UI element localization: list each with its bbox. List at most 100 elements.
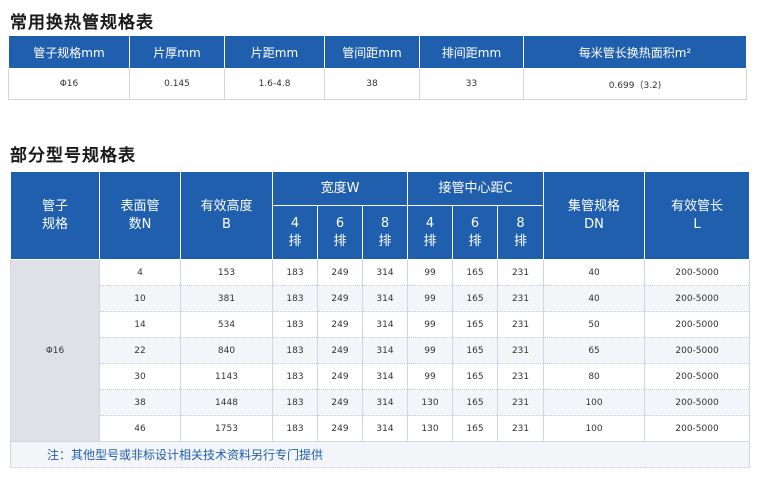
table-cell: 231 — [497, 259, 545, 286]
table-cell: 1753 — [180, 415, 273, 442]
table-cell: 314 — [361, 311, 409, 338]
table-cell: 165 — [452, 259, 499, 286]
table-cell: 231 — [497, 285, 545, 312]
table-cell: 200-5000 — [644, 259, 751, 286]
table-cell: 200-5000 — [644, 363, 751, 390]
col-fin-thickness: 片厚mm — [129, 35, 225, 69]
table-cell: 100 — [543, 389, 646, 416]
table-cell: 314 — [361, 389, 409, 416]
table-cell: 183 — [272, 259, 318, 286]
table-cell: 249 — [317, 337, 363, 364]
table-cell: 381 — [180, 285, 273, 312]
col-width-group: 宽度W — [271, 171, 409, 206]
table-cell: Φ16 — [8, 68, 130, 100]
table-cell: 165 — [452, 285, 499, 312]
table-cell: 38 — [99, 389, 181, 416]
table-cell: 183 — [272, 337, 318, 364]
footnote: 注：其他型号或非标设计相关技术资料另行专门提供 — [9, 441, 751, 468]
col-surface-tubes: 表面管 数N — [99, 171, 181, 260]
table-cell: 99 — [407, 285, 454, 312]
table-cell: 130 — [407, 389, 454, 416]
table-cell: 314 — [361, 363, 409, 390]
table-row: 30 1143 183 249 314 99 165 231 80 200-5000 — [11, 363, 751, 390]
table-cell: 314 — [361, 415, 409, 442]
model-cell: Φ16 — [10, 259, 100, 442]
table-cell: 231 — [497, 337, 545, 364]
table-cell: 231 — [497, 389, 545, 416]
col-fin-pitch: 片距mm — [224, 35, 325, 69]
table-cell: 99 — [407, 363, 454, 390]
table-cell: 183 — [272, 389, 318, 416]
table-cell: 165 — [452, 389, 499, 416]
table-cell: 183 — [272, 311, 318, 338]
table-cell: 231 — [497, 415, 545, 442]
table-row: 10 381 183 249 314 99 165 231 40 200-5000 — [11, 285, 751, 312]
col-effective-height: 有效高度 B — [180, 171, 273, 260]
table-cell: 183 — [272, 363, 318, 390]
table-cell: 46 — [99, 415, 181, 442]
table-cell: 130 — [407, 415, 454, 442]
table-cell: 153 — [180, 259, 273, 286]
col-width-6-rows: 6 排 — [317, 205, 363, 260]
col-width-8-rows: 8 排 — [361, 205, 409, 260]
table-cell: 10 — [99, 285, 181, 312]
col-tube-pitch: 管间距mm — [324, 35, 420, 69]
table-cell: 40 — [543, 259, 646, 286]
table-cell: 249 — [317, 259, 363, 286]
table-cell: 99 — [407, 311, 454, 338]
section2-title: 部分型号规格表 — [10, 146, 136, 166]
table-cell: 231 — [497, 311, 545, 338]
table-cell: 249 — [317, 389, 363, 416]
table-row: 22 840 183 249 314 99 165 231 65 200-5000 — [11, 337, 751, 364]
col-conn-8-rows: 8 排 — [497, 205, 545, 260]
table-cell: 249 — [317, 311, 363, 338]
table-cell: 840 — [180, 337, 273, 364]
table-cell: 200-5000 — [644, 389, 751, 416]
table-cell: 165 — [452, 337, 499, 364]
table-cell: 100 — [543, 415, 646, 442]
col-header-spec: 集管规格 DN — [543, 171, 646, 260]
table-cell: 249 — [317, 285, 363, 312]
table-cell: 0.145 — [129, 68, 225, 100]
table-cell: 14 — [99, 311, 181, 338]
table-cell: 183 — [272, 285, 318, 312]
table-cell: 1.6-4.8 — [224, 68, 325, 100]
table-cell: 38 — [324, 68, 420, 100]
table-cell: 1143 — [180, 363, 273, 390]
col-row-pitch: 排间距mm — [419, 35, 524, 69]
table-cell: 99 — [407, 337, 454, 364]
table-cell: 183 — [272, 415, 318, 442]
col-conn-4-rows: 4 排 — [407, 205, 454, 260]
section1-title: 常用换热管规格表 — [10, 13, 154, 33]
table-cell: 30 — [99, 363, 181, 390]
col-conn-6-rows: 6 排 — [452, 205, 499, 260]
table-cell: 314 — [361, 285, 409, 312]
table-cell: 200-5000 — [644, 337, 751, 364]
table-row: 46 1753 183 249 314 130 165 231 100 200-5000 — [11, 415, 751, 442]
table-row: Φ16 0.145 1.6-4.8 38 33 0.699（3.2) — [8, 68, 747, 100]
table-cell: 50 — [543, 311, 646, 338]
table-cell: 249 — [317, 415, 363, 442]
table-cell: 99 — [407, 259, 454, 286]
table-cell: 40 — [543, 285, 646, 312]
table-row: Φ16 4 153 183 249 314 99 165 231 40 200-5000 — [10, 259, 751, 442]
table-cell: 1448 — [180, 389, 273, 416]
col-pipe-spec: 管子 规格 — [10, 171, 100, 260]
table-cell: 200-5000 — [644, 311, 751, 338]
table-cell: 249 — [317, 363, 363, 390]
col-effective-length: 有效管长 L — [644, 171, 751, 260]
table-cell: 534 — [180, 311, 273, 338]
common-tube-spec-table: 管子规格mm 片厚mm 片距mm 管间距mm 排间距mm 每米管长换热面积m² … — [8, 35, 747, 100]
table-cell: 4 — [99, 259, 181, 286]
col-width-4-rows: 4 排 — [272, 205, 318, 260]
table-cell: 200-5000 — [644, 285, 751, 312]
col-pipe-spec: 管子规格mm — [8, 35, 130, 69]
table-cell: 165 — [452, 311, 499, 338]
table-cell: 0.699（3.2) — [523, 68, 747, 100]
table-cell: 314 — [361, 259, 409, 286]
table-cell: 314 — [361, 337, 409, 364]
table-cell: 80 — [543, 363, 646, 390]
table-row: 14 534 183 249 314 99 165 231 50 200-5000 — [11, 311, 751, 338]
table-cell: 33 — [419, 68, 524, 100]
table-cell: 231 — [497, 363, 545, 390]
